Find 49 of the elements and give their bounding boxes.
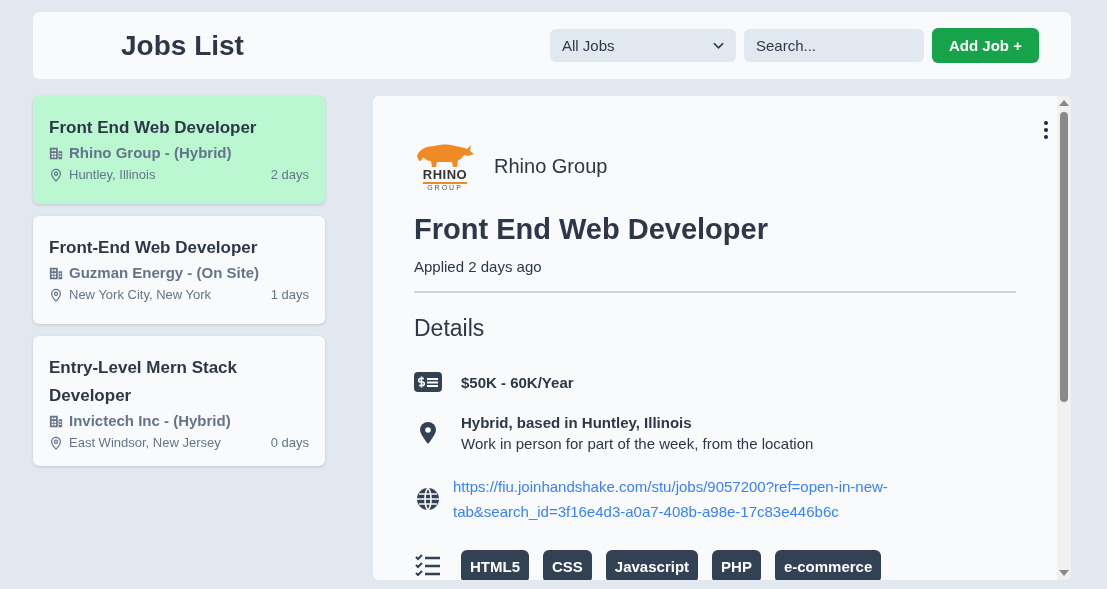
globe-icon	[416, 487, 440, 511]
checklist-icon	[415, 553, 441, 576]
job-card[interactable]: Front-End Web Developer Guzman Energy - (On Site) New York City, New York 1 days	[33, 216, 325, 324]
scrollbar[interactable]	[1057, 96, 1071, 580]
work-mode-heading: Hybrid, based in Huntley, Illinois	[461, 414, 693, 431]
logo-wordmark: RHINO	[422, 168, 468, 184]
scrollbar-thumb[interactable]	[1060, 112, 1068, 402]
search-field[interactable]: Search...	[744, 29, 924, 62]
job-title: Front End Web Developer	[414, 213, 769, 246]
chevron-down-icon	[713, 41, 724, 50]
applied-text: Applied 2 days ago	[414, 258, 1016, 293]
skill-tag: e-commerce	[774, 550, 882, 580]
company-name: Rhino Group - (Hybrid)	[69, 144, 232, 161]
job-title: Front-End Web Developer	[49, 237, 259, 259]
page-title: Jobs List	[121, 29, 245, 62]
job-location: New York City, New York	[69, 287, 212, 302]
scroll-up-icon[interactable]	[1059, 100, 1069, 106]
job-location: East Windsor, New Jersey	[69, 435, 221, 450]
location-pin-icon	[49, 287, 63, 302]
building-icon	[49, 145, 63, 160]
section-heading: Details	[414, 315, 486, 342]
location-pin-icon	[49, 435, 63, 450]
salary-text: $50K - 60K/Year	[461, 373, 574, 391]
location-pin-icon	[420, 422, 436, 444]
company-name: Guzman Energy - (On Site)	[69, 264, 260, 281]
skill-tag: Javascript	[605, 550, 699, 580]
job-link[interactable]: https://fiu.joinhandshake.com/stu/jobs/9057200?ref=open-in-new-tab&search_id=3f16e4d3-a0a7-408b-a98e-17c83e446b6c	[453, 474, 933, 524]
job-age: 0 days	[270, 435, 309, 450]
job-filter-select[interactable]: All Jobs	[550, 29, 736, 62]
building-icon	[49, 265, 63, 280]
job-location: Huntley, Illinois	[69, 167, 156, 182]
skill-tag: CSS	[543, 550, 592, 580]
job-card[interactable]: Front End Web Developer Rhino Group - (Hybrid) Huntley, Illinois 2 days	[33, 96, 325, 204]
job-card[interactable]: Entry-Level Mern Stack Developer Invictech Inc - (Hybrid) East Windsor, New Jersey 0 days	[33, 336, 325, 466]
job-title: Entry-Level Mern Stack Developer	[49, 357, 238, 407]
job-age: 2 days	[270, 167, 309, 182]
skill-tag: PHP	[712, 550, 761, 580]
building-icon	[49, 413, 63, 428]
money-icon	[414, 372, 442, 392]
company-name: Rhino Group	[494, 155, 608, 178]
company-name: Invictech Inc - (Hybrid)	[69, 412, 231, 429]
scroll-down-icon[interactable]	[1059, 570, 1069, 576]
job-age: 1 days	[270, 287, 309, 302]
job-title: Front End Web Developer	[49, 117, 258, 139]
more-options-icon[interactable]	[1043, 120, 1049, 140]
skill-tag: HTML5	[461, 550, 529, 580]
location-pin-icon	[49, 167, 63, 182]
work-mode-text: Work in person for part of the week, from the location	[461, 435, 814, 452]
rhino-icon	[415, 142, 475, 168]
